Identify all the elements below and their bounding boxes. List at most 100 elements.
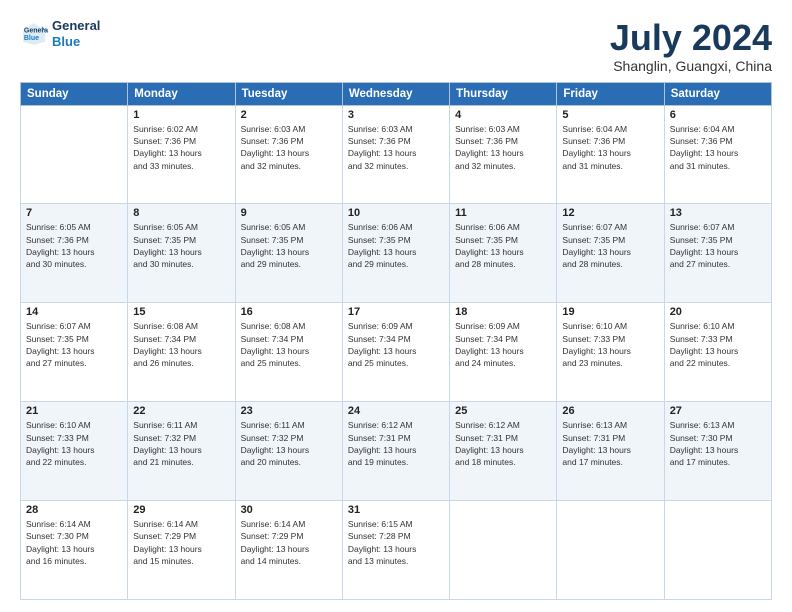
table-row: 27 Sunrise: 6:13 AM Sunset: 7:30 PM Dayli… (664, 402, 771, 501)
table-row: 14Sunrise: 6:07 AM Sunset: 7:35 PM Dayli… (21, 303, 128, 402)
table-row: 30 Sunrise: 6:14 AM Sunset: 7:29 PM Dayli… (235, 501, 342, 600)
day-info: Sunrise: 6:11 AM Sunset: 7:32 PM Dayligh… (241, 419, 337, 468)
day-number: 11 (455, 207, 551, 219)
day-info: Sunrise: 6:05 AM Sunset: 7:36 PM Dayligh… (26, 221, 122, 270)
table-row: 22 Sunrise: 6:11 AM Sunset: 7:32 PM Dayli… (128, 402, 235, 501)
day-info: Sunrise: 6:10 AM Sunset: 7:33 PM Dayligh… (562, 320, 658, 369)
day-number: 1 (133, 109, 229, 121)
col-thursday: Thursday (450, 82, 557, 105)
table-row: 17 Sunrise: 6:09 AM Sunset: 7:34 PM Dayli… (342, 303, 449, 402)
table-row: 4 Sunrise: 6:03 AM Sunset: 7:36 PM Daylig… (450, 105, 557, 204)
table-row: 5 Sunrise: 6:04 AM Sunset: 7:36 PM Daylig… (557, 105, 664, 204)
location: Shanglin, Guangxi, China (610, 58, 772, 74)
day-info: Sunrise: 6:03 AM Sunset: 7:36 PM Dayligh… (455, 123, 551, 172)
day-number: 22 (133, 405, 229, 417)
table-row: 29Sunrise: 6:14 AM Sunset: 7:29 PM Dayli… (128, 501, 235, 600)
table-row: 1 Sunrise: 6:02 AM Sunset: 7:36 PM Daylig… (128, 105, 235, 204)
table-row: 13 Sunrise: 6:07 AM Sunset: 7:35 PM Dayli… (664, 204, 771, 303)
day-number: 30 (241, 504, 337, 516)
col-wednesday: Wednesday (342, 82, 449, 105)
table-row: 28 Sunrise: 6:14 AM Sunset: 7:30 PM Dayli… (21, 501, 128, 600)
day-number: 28 (26, 504, 122, 516)
day-info: Sunrise: 6:02 AM Sunset: 7:36 PM Dayligh… (133, 123, 229, 172)
day-info: Sunrise: 6:08 AM Sunset: 7:34 PM Dayligh… (133, 320, 229, 369)
table-row: 3 Sunrise: 6:03 AM Sunset: 7:36 PM Daylig… (342, 105, 449, 204)
table-row: 19 Sunrise: 6:10 AM Sunset: 7:33 PM Dayli… (557, 303, 664, 402)
day-info: Sunrise: 6:15 AM Sunset: 7:28 PM Dayligh… (348, 518, 444, 567)
logo-text: General Blue (52, 18, 100, 49)
day-info: Sunrise: 6:14 AM Sunset: 7:29 PM Dayligh… (241, 518, 337, 567)
day-number: 8 (133, 207, 229, 219)
header: General Blue General Blue July 2024 Shan… (20, 18, 772, 74)
day-info: Sunrise: 6:06 AM Sunset: 7:35 PM Dayligh… (348, 221, 444, 270)
day-info: Sunrise: 6:12 AM Sunset: 7:31 PM Dayligh… (348, 419, 444, 468)
table-row (450, 501, 557, 600)
day-info: Sunrise: 6:07 AM Sunset: 7:35 PM Dayligh… (670, 221, 766, 270)
day-number: 4 (455, 109, 551, 121)
day-number: 19 (562, 306, 658, 318)
day-info: Sunrise: 6:04 AM Sunset: 7:36 PM Dayligh… (562, 123, 658, 172)
table-row: 15 Sunrise: 6:08 AM Sunset: 7:34 PM Dayli… (128, 303, 235, 402)
col-friday: Friday (557, 82, 664, 105)
header-row: Sunday Monday Tuesday Wednesday Thursday… (21, 82, 772, 105)
table-row: 12Sunrise: 6:07 AM Sunset: 7:35 PM Dayli… (557, 204, 664, 303)
day-number: 13 (670, 207, 766, 219)
calendar-table: Sunday Monday Tuesday Wednesday Thursday… (20, 82, 772, 600)
day-info: Sunrise: 6:09 AM Sunset: 7:34 PM Dayligh… (455, 320, 551, 369)
table-row: 26 Sunrise: 6:13 AM Sunset: 7:31 PM Dayli… (557, 402, 664, 501)
day-info: Sunrise: 6:12 AM Sunset: 7:31 PM Dayligh… (455, 419, 551, 468)
day-number: 26 (562, 405, 658, 417)
table-row (21, 105, 128, 204)
col-saturday: Saturday (664, 82, 771, 105)
day-info: Sunrise: 6:05 AM Sunset: 7:35 PM Dayligh… (241, 221, 337, 270)
table-row (664, 501, 771, 600)
day-info: Sunrise: 6:13 AM Sunset: 7:31 PM Dayligh… (562, 419, 658, 468)
day-info: Sunrise: 6:13 AM Sunset: 7:30 PM Dayligh… (670, 419, 766, 468)
day-number: 12 (562, 207, 658, 219)
day-info: Sunrise: 6:09 AM Sunset: 7:34 PM Dayligh… (348, 320, 444, 369)
table-row: 25 Sunrise: 6:12 AM Sunset: 7:31 PM Dayli… (450, 402, 557, 501)
table-row: 11 Sunrise: 6:06 AM Sunset: 7:35 PM Dayli… (450, 204, 557, 303)
day-number: 31 (348, 504, 444, 516)
day-number: 9 (241, 207, 337, 219)
day-number: 6 (670, 109, 766, 121)
month-title: July 2024 (610, 18, 772, 58)
day-info: Sunrise: 6:08 AM Sunset: 7:34 PM Dayligh… (241, 320, 337, 369)
day-info: Sunrise: 6:05 AM Sunset: 7:35 PM Dayligh… (133, 221, 229, 270)
table-row: 21Sunrise: 6:10 AM Sunset: 7:33 PM Dayli… (21, 402, 128, 501)
day-info: Sunrise: 6:14 AM Sunset: 7:30 PM Dayligh… (26, 518, 122, 567)
day-number: 24 (348, 405, 444, 417)
table-row: 20Sunrise: 6:10 AM Sunset: 7:33 PM Dayli… (664, 303, 771, 402)
day-number: 15 (133, 306, 229, 318)
day-number: 27 (670, 405, 766, 417)
logo-icon: General Blue (20, 20, 48, 48)
day-info: Sunrise: 6:10 AM Sunset: 7:33 PM Dayligh… (26, 419, 122, 468)
day-number: 5 (562, 109, 658, 121)
table-row: 10Sunrise: 6:06 AM Sunset: 7:35 PM Dayli… (342, 204, 449, 303)
day-info: Sunrise: 6:10 AM Sunset: 7:33 PM Dayligh… (670, 320, 766, 369)
day-number: 25 (455, 405, 551, 417)
table-row: 8 Sunrise: 6:05 AM Sunset: 7:35 PM Daylig… (128, 204, 235, 303)
svg-text:General: General (24, 27, 48, 34)
day-number: 14 (26, 306, 122, 318)
day-info: Sunrise: 6:04 AM Sunset: 7:36 PM Dayligh… (670, 123, 766, 172)
day-info: Sunrise: 6:06 AM Sunset: 7:35 PM Dayligh… (455, 221, 551, 270)
day-number: 2 (241, 109, 337, 121)
table-row (557, 501, 664, 600)
col-monday: Monday (128, 82, 235, 105)
table-row: 7Sunrise: 6:05 AM Sunset: 7:36 PM Daylig… (21, 204, 128, 303)
day-number: 18 (455, 306, 551, 318)
day-info: Sunrise: 6:03 AM Sunset: 7:36 PM Dayligh… (348, 123, 444, 172)
day-info: Sunrise: 6:11 AM Sunset: 7:32 PM Dayligh… (133, 419, 229, 468)
logo: General Blue General Blue (20, 18, 100, 49)
table-row: 31 Sunrise: 6:15 AM Sunset: 7:28 PM Dayli… (342, 501, 449, 600)
table-row: 18 Sunrise: 6:09 AM Sunset: 7:34 PM Dayli… (450, 303, 557, 402)
table-row: 2Sunrise: 6:03 AM Sunset: 7:36 PM Daylig… (235, 105, 342, 204)
col-tuesday: Tuesday (235, 82, 342, 105)
day-info: Sunrise: 6:14 AM Sunset: 7:29 PM Dayligh… (133, 518, 229, 567)
table-row: 16 Sunrise: 6:08 AM Sunset: 7:34 PM Dayli… (235, 303, 342, 402)
title-block: July 2024 Shanglin, Guangxi, China (610, 18, 772, 74)
day-number: 16 (241, 306, 337, 318)
day-number: 17 (348, 306, 444, 318)
day-number: 3 (348, 109, 444, 121)
